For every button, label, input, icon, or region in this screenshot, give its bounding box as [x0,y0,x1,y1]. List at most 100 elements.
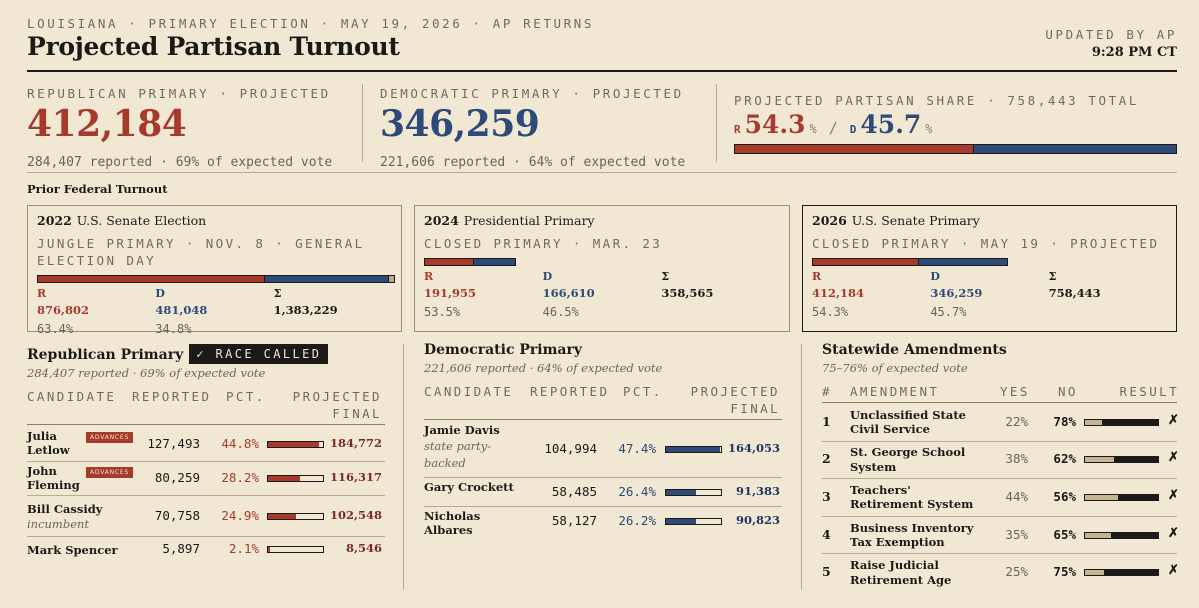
card-bar-democratic [263,275,388,282]
card-bar-republican [38,275,264,282]
no-bar-fill [1111,532,1158,538]
pct-bar [267,440,324,448]
amendment-number: 4 [822,526,831,542]
prior-turnout-heading: Prior Federal Turnout [27,182,168,196]
share-r-letter: R [734,123,741,136]
total-value: 358,565 [661,285,714,300]
no-value: 56% [1053,489,1076,504]
col-amendment: AMENDMENT [850,384,940,399]
d-label: D [930,269,940,283]
r-value: 412,184 [812,285,865,300]
col-yes: YES [1000,384,1030,399]
yes-value: 35% [1005,526,1028,542]
amendment-name: Unclassified State Civil Service [850,407,966,437]
table-rule [822,402,1177,403]
total-value: 758,443 [1048,285,1101,300]
pct-bar [665,518,722,525]
card-values: R 412,184 54.3% D 346,259 45.7% Σ 758,443 [812,270,1167,319]
total-label: Σ [1048,269,1057,283]
col-candidate: CANDIDATE [27,389,117,404]
section-divider [27,172,1177,173]
candidate-note: incumbent [27,517,90,531]
dem-race-sub: 221,606 reported · 64% of expected vote [424,361,663,375]
card-bar-republican [813,258,919,265]
advances-tag: ADVANCES [86,467,134,478]
d-pct: 46.5% [542,304,579,319]
amendments-title: Statewide Amendments [822,342,1007,358]
col-pct: PCT. [226,389,266,404]
r-pct: 53.5% [424,304,461,319]
divider [362,84,363,162]
amendment-number: 1 [822,413,831,429]
amendment-number: 3 [822,489,831,504]
democratic-total-block: DEMOCRATIC PRIMARY · PROJECTED 346,259 2… [380,86,685,170]
projected-final-value: 164,053 [727,441,780,455]
row-divider [822,440,1177,442]
prior-card-2022: 2022 U.S. Senate Election JUNGLE PRIMARY … [27,205,402,336]
row-divider [822,478,1177,480]
updated-stamp: UPDATED BY AP 9:28 PM CT [1045,27,1177,60]
no-bar-fill [1103,570,1158,576]
pct-value: 28.2% [221,470,259,485]
row-divider [424,477,782,478]
col-pct: PCT. [623,384,663,399]
d-label: D [155,286,165,300]
pct-bar [267,512,324,520]
d-pct: 45.7% [930,304,967,319]
pct-bar-fill [268,441,320,447]
row-divider [27,536,385,537]
row-divider [424,506,782,507]
r-label: R [424,269,434,283]
yes-bar-fill [1085,457,1114,463]
projected-final-value: 8,546 [345,541,382,555]
no-bar-fill [1118,495,1158,500]
yes-bar-fill [1085,495,1118,500]
row-divider [27,495,385,496]
projected-final-value: 102,548 [329,507,382,522]
result-failed-icon: ✗ [1168,525,1179,541]
card-values: R 191,955 53.5% D 166,610 46.5% Σ 358,565 [424,270,780,319]
yes-no-bar [1084,494,1159,501]
rep-race-sub: 284,407 reported · 69% of expected vote [27,366,266,380]
pct-bar-fill [666,447,720,452]
candidate-name: Gary Crockett [424,480,514,494]
r-value: 876,802 [37,302,90,317]
updated-time: 9:28 PM CT [1091,45,1177,60]
r-label: R [812,269,822,283]
no-value: 75% [1053,564,1076,580]
pct-value: 24.9% [221,507,259,523]
amendment-name: Teachers' Retirement System [850,483,974,512]
col-reported: REPORTED [132,389,212,404]
yes-bar-fill [1085,419,1102,425]
share-block: PROJECTED PARTISAN SHARE · 758,443 TOTAL… [734,93,1139,139]
result-failed-icon: ✗ [1168,488,1179,503]
amendment-name: St. George School System [850,445,966,474]
card-kicker: CLOSED PRIMARY · MAY 19 · PROJECTED [812,236,1160,251]
card-kicker: CLOSED PRIMARY · MAR. 23 [424,236,663,251]
pct-bar-fill [666,519,696,524]
dem-race-title: Democratic Primary [424,342,582,358]
projected-final-value: 184,772 [329,435,382,450]
r-pct: 54.3% [812,304,849,319]
divider [403,344,404,590]
prior-card-2026: 2026 U.S. Senate Primary CLOSED PRIMARY ·… [802,205,1177,332]
candidate-name: Jamie Davis [424,423,500,437]
header-kicker: LOUISIANA · PRIMARY ELECTION · MAY 19, 2… [27,16,595,31]
yes-value: 25% [1005,564,1028,580]
table-row: Julia Letlow ADVANCES [27,429,134,458]
yes-value: 38% [1005,451,1028,467]
total-value: 1,383,229 [273,302,338,317]
col-no: NO [1058,384,1078,399]
col-result: RESULT [1119,384,1179,399]
share-d-pct: % [925,122,933,136]
pct-bar [267,546,324,553]
share-label: PROJECTED PARTISAN SHARE · 758,443 TOTAL [734,93,1140,108]
yes-no-bar [1084,456,1159,464]
yes-no-bar [1084,569,1159,577]
projected-final-value: 91,383 [735,484,780,498]
col-number: # [822,384,832,399]
no-value: 65% [1053,526,1076,542]
projected-final-value: 116,317 [329,470,382,484]
yes-no-bar [1084,531,1159,539]
card-title: 2026 U.S. Senate Primary [812,213,980,228]
